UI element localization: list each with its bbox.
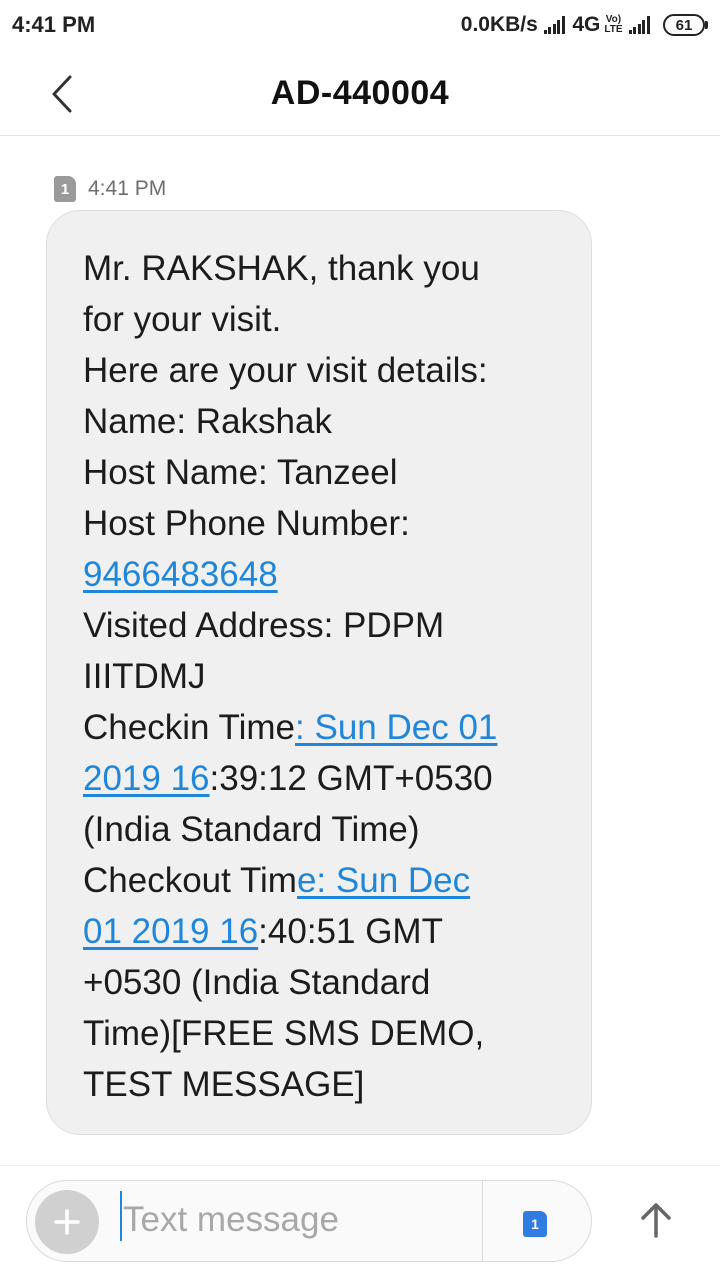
- message-time: 4:41 PM: [88, 177, 167, 200]
- message-text-segment: :40:51 GMT: [258, 912, 443, 951]
- message-text-segment: Checkin Time: [83, 708, 296, 747]
- message-text-segment: TEST MESSAGE]: [83, 1065, 365, 1104]
- conversation-header: AD-440004: [0, 52, 720, 136]
- compose-separator: [482, 1181, 483, 1261]
- message-text-segment: Here are your visit details:: [83, 351, 488, 390]
- arrow-up-icon: [641, 1203, 671, 1238]
- message-link[interactable]: : Sun Dec 01: [295, 708, 497, 747]
- volte-icon: Vo) LTE: [604, 14, 623, 35]
- message-text-segment: Mr. RAKSHAK, thank you: [83, 249, 480, 288]
- status-indicators: 0.0KB/s 4G Vo) LTE 61: [461, 12, 708, 38]
- sim-badge: 1: [54, 176, 76, 202]
- message-text-segment: Name: Rakshak: [83, 402, 332, 441]
- message-line: for your visit.: [83, 294, 561, 345]
- message-line: Checkin Time: Sun Dec 01: [83, 702, 561, 753]
- message-line: Name: Rakshak: [83, 396, 561, 447]
- message-text-segment: for your visit.: [83, 300, 282, 339]
- message-line: Mr. RAKSHAK, thank you: [83, 243, 561, 294]
- message-line: IIITDMJ: [83, 651, 561, 702]
- message-text-segment: IIITDMJ: [83, 657, 206, 696]
- plus-icon: [54, 1209, 80, 1235]
- message-text-segment: Visited Address: PDPM: [83, 606, 445, 645]
- network-speed: 0.0KB/s: [460, 13, 538, 36]
- message-text-segment: Host Name: Tanzeel: [83, 453, 398, 492]
- message-text-segment: Time)[FREE SMS DEMO,: [83, 1014, 485, 1053]
- network-type: 4G: [572, 13, 601, 36]
- send-button[interactable]: [626, 1190, 686, 1250]
- message-line: Host Phone Number:: [83, 498, 561, 549]
- signal-icon-sim2: [628, 16, 652, 34]
- message-line: TEST MESSAGE]: [83, 1059, 561, 1110]
- message-link[interactable]: 9466483648: [83, 555, 278, 594]
- sim-select-button[interactable]: 1: [523, 1211, 547, 1237]
- conversation-title: AD-440004: [270, 74, 450, 112]
- text-cursor: [120, 1191, 122, 1241]
- message-bubble[interactable]: Mr. RAKSHAK, thank you for your visit. Her…: [46, 210, 592, 1135]
- message-line: 01 2019 16:40:51 GMT: [83, 906, 561, 957]
- battery-level: 61: [663, 14, 705, 36]
- message-line: (India Standard Time): [83, 804, 561, 855]
- message-line: Visited Address: PDPM: [83, 600, 561, 651]
- message-line: Here are your visit details:: [83, 345, 561, 396]
- message-line: Checkout Time: Sun Dec: [83, 855, 561, 906]
- status-time: 4:41 PM: [12, 12, 96, 37]
- message-text-segment: Host Phone Number:: [83, 504, 410, 543]
- battery-icon: 61: [663, 14, 708, 36]
- message-line: +0530 (India Standard: [83, 957, 561, 1008]
- message-line: Time)[FREE SMS DEMO,: [83, 1008, 561, 1059]
- message-line: 9466483648: [83, 549, 561, 600]
- message-text-segment: :39:12 GMT+0530: [209, 759, 493, 798]
- message-text-segment: Checkout Tim: [83, 861, 297, 900]
- message-line: Host Name: Tanzeel: [83, 447, 561, 498]
- message-line: 2019 16:39:12 GMT+0530: [83, 753, 561, 804]
- compose-divider: [0, 1165, 720, 1166]
- message-text-segment: (India Standard Time): [83, 810, 420, 849]
- add-attachment-button[interactable]: [35, 1190, 99, 1254]
- message-link[interactable]: 2019 16: [83, 759, 210, 798]
- signal-icon: [543, 16, 567, 34]
- message-link[interactable]: 01 2019 16: [83, 912, 258, 951]
- status-bar: 4:41 PM 0.0KB/s 4G Vo) LTE 61: [0, 0, 720, 52]
- message-text: Mr. RAKSHAK, thank you for your visit. Her…: [83, 243, 561, 1110]
- message-text-segment: +0530 (India Standard: [83, 963, 431, 1002]
- message-input[interactable]: [123, 1193, 473, 1247]
- message-meta: 1 4:41 PM: [54, 176, 166, 202]
- message-link[interactable]: e: Sun Dec: [297, 861, 470, 900]
- compose-bar: 1: [26, 1180, 592, 1262]
